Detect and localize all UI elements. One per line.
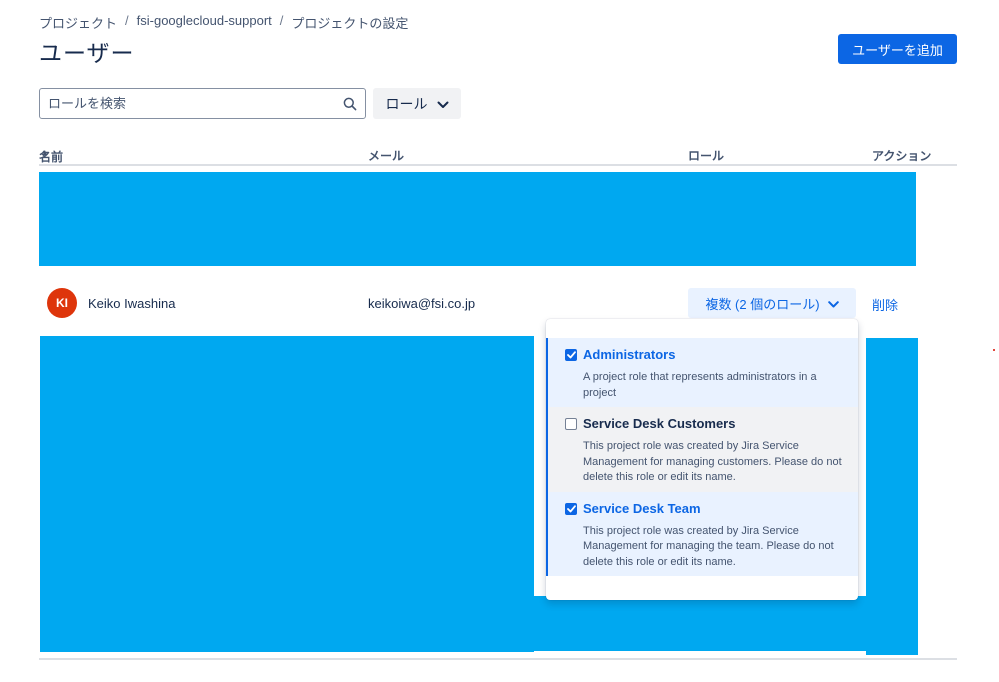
role-dropdown-menu: Administrators A project role that repre… (546, 319, 858, 600)
user-email: keikoiwa@fsi.co.jp (368, 296, 476, 311)
page-title: ユーザー (39, 40, 135, 66)
redacted-region-bottom (534, 596, 866, 651)
role-option-title: Service Desk Customers (583, 416, 736, 431)
breadcrumb-separator: / (125, 13, 129, 28)
breadcrumb-separator: / (279, 13, 284, 28)
checkbox-unchecked[interactable] (565, 418, 577, 430)
role-search-field[interactable] (39, 88, 366, 119)
role-option-description: A project role that represents administr… (583, 371, 817, 399)
check-icon (566, 504, 576, 512)
role-option-title: Administrators (583, 347, 676, 362)
role-option-service-desk-customers[interactable]: Service Desk Customers This project role… (546, 407, 858, 492)
check-icon (566, 351, 576, 359)
breadcrumb-item-projects[interactable]: プロジェクト (39, 13, 117, 32)
redacted-region-right (866, 338, 918, 655)
delete-user-link[interactable]: 削除 (872, 295, 898, 314)
role-option-title: Service Desk Team (583, 500, 701, 516)
stray-pixel (993, 349, 995, 351)
user-name: Keiko Iwashina (88, 296, 176, 311)
search-icon[interactable] (343, 97, 357, 111)
user-role-value: 複数 (2 個のロール) (705, 296, 820, 312)
role-option-administrators[interactable]: Administrators A project role that repre… (546, 338, 858, 407)
checkbox-checked[interactable] (565, 349, 577, 361)
table-header: 名前 ▲ メール ロール アクション (39, 146, 957, 166)
chevron-down-icon (827, 296, 839, 311)
column-header-actions: アクション (872, 149, 932, 163)
role-option-service-desk-team[interactable]: Service Desk Team This project role was … (546, 491, 858, 576)
redacted-region-top (39, 172, 916, 266)
breadcrumb: プロジェクト / fsi-googlecloud-support / プロジェク… (39, 13, 408, 32)
column-header-role: ロール (688, 149, 725, 163)
breadcrumb-item-settings[interactable]: プロジェクトの設定 (291, 13, 408, 32)
add-user-button[interactable]: ユーザーを追加 (838, 34, 957, 64)
avatar: KI (47, 288, 77, 318)
column-header-email: メール (368, 149, 405, 163)
role-filter-label: ロール (385, 95, 428, 112)
role-option-description: This project role was created by Jira Se… (583, 524, 834, 568)
checkbox-checked[interactable] (565, 502, 577, 515)
role-option-description: This project role was created by Jira Se… (583, 440, 842, 483)
role-search-input[interactable] (48, 96, 343, 111)
role-filter-dropdown[interactable]: ロール (373, 88, 461, 119)
redacted-region-left (40, 336, 534, 652)
sort-icon: ▲ (41, 148, 49, 157)
breadcrumb-item-project[interactable]: fsi-googlecloud-support (137, 13, 272, 32)
table-bottom-divider (39, 658, 957, 660)
chevron-down-icon (437, 96, 449, 112)
user-role-select[interactable]: 複数 (2 個のロール) (688, 288, 856, 318)
